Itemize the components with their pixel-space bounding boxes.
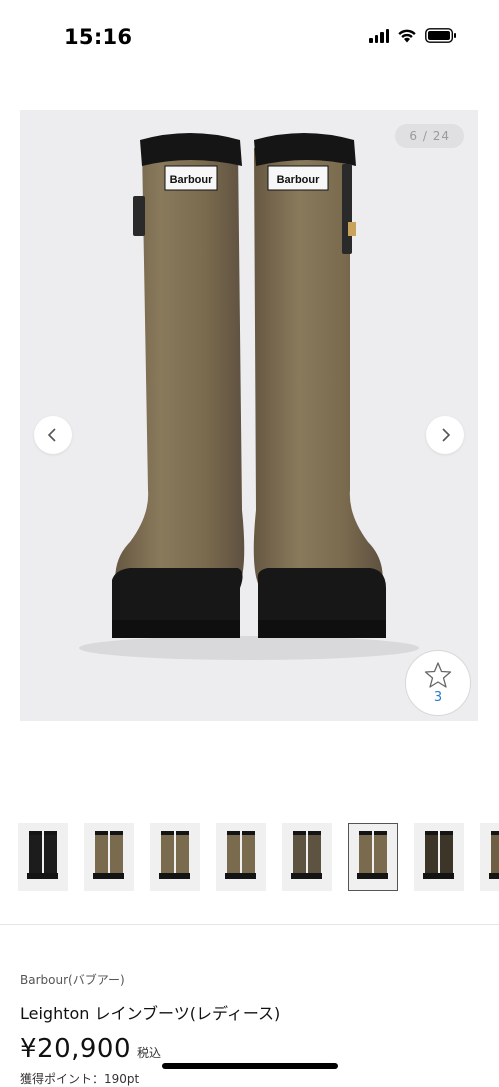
previous-image-button[interactable]	[34, 416, 72, 454]
chevron-right-icon	[442, 428, 451, 442]
thumbnail-6[interactable]	[348, 823, 398, 891]
status-bar: 15:16	[0, 0, 499, 75]
image-page-counter: 6 / 24	[395, 124, 464, 148]
right-boot-label: Barbour	[277, 174, 321, 186]
thumbnail-4[interactable]	[216, 823, 266, 891]
favorite-button[interactable]: 3	[405, 650, 471, 716]
thumbnail-boot-image	[489, 831, 499, 879]
left-boot-label: Barbour	[170, 174, 214, 186]
divider	[0, 924, 499, 925]
status-time: 15:16	[64, 25, 133, 49]
thumbnail-strip[interactable]	[18, 823, 499, 893]
thumbnail-boot-image	[225, 831, 256, 879]
product-image: Barbour Barbour	[20, 110, 478, 721]
thumbnail-boot-image	[423, 831, 454, 879]
points-earned: 獲得ポイント：190pt	[20, 1072, 140, 1086]
thumbnail-boot-image	[357, 831, 388, 879]
cellular-signal-icon	[369, 28, 389, 43]
product-image-gallery[interactable]: Barbour Barbour 6 / 24	[20, 110, 478, 721]
status-icons	[369, 28, 457, 43]
brand-link[interactable]: Barbour(バブアー)	[20, 971, 125, 988]
battery-icon	[425, 28, 457, 43]
next-image-button[interactable]	[426, 416, 464, 454]
thumbnail-8[interactable]	[480, 823, 499, 891]
thumbnail-5[interactable]	[282, 823, 332, 891]
tax-label: 税込	[137, 1046, 162, 1060]
thumbnail-boot-image	[93, 831, 124, 879]
price-row: ¥20,900 税込	[20, 1034, 161, 1064]
product-name: Leighton レインブーツ(レディース)	[20, 1004, 281, 1023]
thumbnail-7[interactable]	[414, 823, 464, 891]
thumbnail-2[interactable]	[84, 823, 134, 891]
product-price: ¥20,900	[20, 1034, 132, 1064]
chevron-left-icon	[47, 428, 56, 442]
thumbnail-boot-image	[291, 831, 322, 879]
wifi-icon	[397, 28, 417, 43]
favorite-count: 3	[433, 690, 443, 705]
thumbnail-1[interactable]	[18, 823, 68, 891]
thumbnail-3[interactable]	[150, 823, 200, 891]
star-icon	[424, 662, 452, 688]
thumbnail-boot-image	[27, 831, 58, 879]
thumbnail-boot-image	[159, 831, 190, 879]
home-indicator[interactable]	[162, 1063, 338, 1069]
